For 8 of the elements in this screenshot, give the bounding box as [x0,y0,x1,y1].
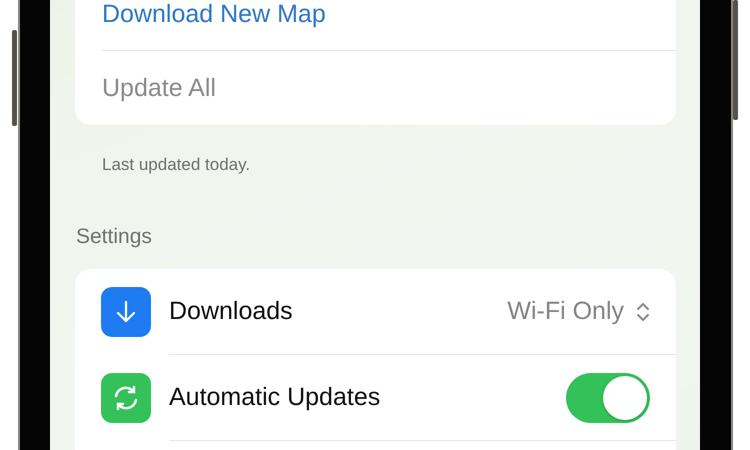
value-selector[interactable]: Wi-Fi Only [507,297,650,326]
menu-link[interactable]: Download New Map [102,0,676,51]
setting-label: Downloads [169,297,294,326]
section-header: Settings [76,224,153,250]
toggle-switch[interactable] [566,372,650,422]
footer-note: Last updated today. [102,155,252,175]
chevron-up-down-icon [636,300,650,322]
setting-label: Automatic Updates [169,383,382,412]
